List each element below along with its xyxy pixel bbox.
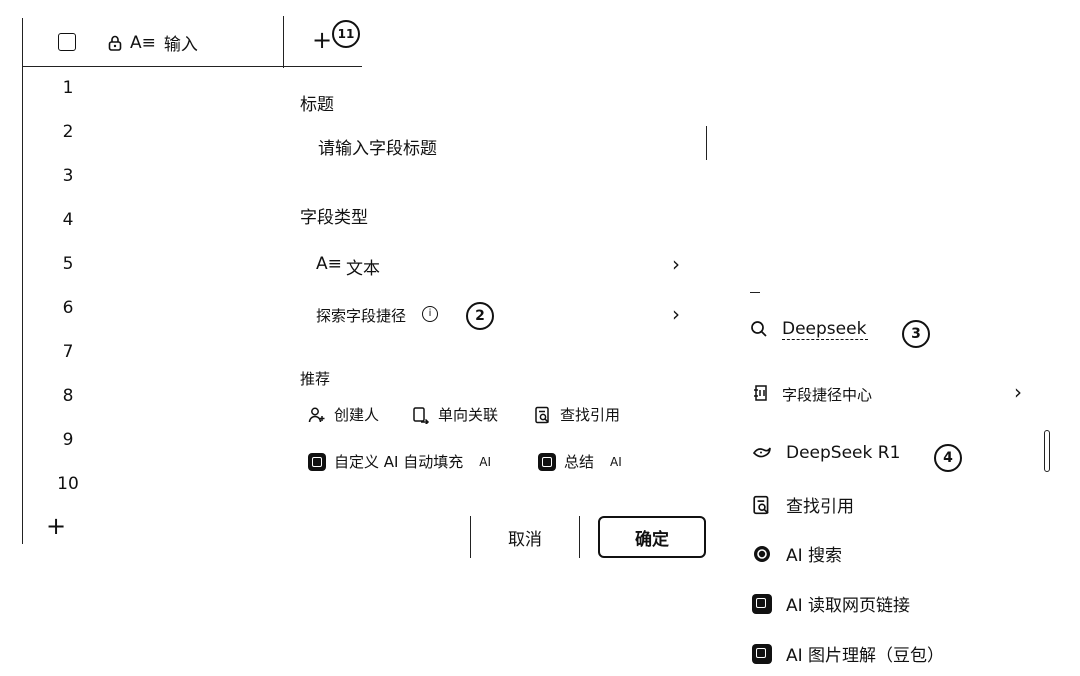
plus-icon: + [46,512,67,540]
chevron-right-icon: › [1014,380,1022,404]
link-record-icon [413,406,430,424]
explore-label: 探索字段捷径 [316,307,407,325]
annotation-marker-1: 11 [332,20,360,48]
column-header-input[interactable]: A≡ 输入 [108,30,198,55]
scrollbar[interactable] [1044,430,1050,472]
row-number: 10 [57,474,79,494]
result-label: AI 读取网页链接 [786,596,911,616]
deepseek-whale-icon [752,447,771,458]
title-label: 标题 [300,95,334,115]
image-understanding-icon [752,643,772,664]
confirm-button[interactable]: 确定 [598,516,706,558]
ai-search-icon [754,545,770,562]
search-query-text: Deepseek [782,319,869,340]
ai-badge: AI [610,454,622,469]
chevron-right-icon: › [672,252,680,276]
result-ai-search[interactable]: AI 搜索 [752,541,842,566]
select-all-checkbox[interactable] [58,33,76,51]
table-left-border [22,18,23,544]
recommend-label: 推荐 [300,370,331,388]
shortcut-center-label: 字段捷径中心 [782,386,873,404]
explore-shortcut-row[interactable]: 探索字段捷径 i › [300,294,700,334]
recommend-item-label: 单向关联 [438,406,499,424]
recommend-item-label: 查找引用 [560,406,621,424]
cancel-button[interactable]: 取消 [470,516,580,558]
lookup-icon [535,406,550,423]
result-deepseek-r1[interactable]: DeepSeek R1 [752,443,900,463]
result-label: AI 搜索 [786,546,843,566]
row-number: 4 [62,210,74,230]
annotation-marker-4: 4 [934,444,962,472]
ai-autofill-icon [308,452,326,471]
recommend-item-one-way-link[interactable]: 单向关联 [412,404,498,425]
summary-icon [538,452,556,471]
row-number: 7 [62,342,74,362]
result-label: 查找引用 [786,497,854,517]
recommend-item-lookup[interactable]: 查找引用 [534,404,620,425]
ai-item-label: 自定义 AI 自动填充 [334,453,464,471]
annotation-marker-3: 3 [902,320,930,348]
annotation-marker-2: 2 [466,302,494,330]
search-icon [751,321,767,337]
recommend-item-creator[interactable]: 创建人 [308,404,379,425]
row-number: 5 [62,254,74,274]
row-number: 9 [62,430,74,450]
result-label: AI 图片理解（豆包） [786,646,945,666]
person-add-icon [308,407,325,422]
lock-icon [108,35,122,51]
row-number: 2 [62,122,74,142]
result-label: DeepSeek R1 [786,443,901,463]
lookup-icon [753,495,769,514]
field-type-label: 字段类型 [300,208,368,228]
field-type-value: 文本 [346,259,380,279]
ai-item-custom-autofill[interactable]: 自定义 AI 自动填充 AI [308,451,491,472]
text-type-icon: A≡ [130,32,156,53]
plus-icon: + [312,26,333,54]
title-input-placeholder: 请输入字段标题 [318,139,437,159]
chevron-right-icon: › [672,302,680,326]
add-row-button[interactable]: + [46,514,66,538]
result-lookup[interactable]: 查找引用 [752,492,854,517]
ai-badge: AI [479,454,491,469]
shortcut-center-row[interactable]: 字段捷径中心 › [752,378,1032,408]
add-column-button[interactable]: + [312,28,332,52]
row-number: 6 [62,298,74,318]
shortcut-search-input[interactable]: Deepseek [748,316,1028,346]
column-header-label: 输入 [163,35,198,55]
panel-top-edge [750,292,760,293]
title-input[interactable]: 请输入字段标题 [300,124,708,164]
row-number: 8 [62,386,74,406]
text-type-icon: A≡ [316,254,342,274]
ai-item-label: 总结 [564,453,595,471]
ai-item-summary[interactable]: 总结 AI [538,451,622,472]
info-icon[interactable]: i [422,306,438,322]
web-link-icon [752,593,772,614]
shortcut-center-icon [754,385,767,401]
field-type-select[interactable]: A≡ 文本 › [300,244,700,284]
header-divider [283,16,284,68]
row-number: 1 [62,78,74,98]
input-border-right [706,126,707,160]
header-bottom-border [22,66,362,67]
row-number: 3 [62,166,74,186]
result-ai-image-understanding[interactable]: AI 图片理解（豆包） [752,641,944,666]
recommend-item-label: 创建人 [334,406,380,424]
result-ai-web-link[interactable]: AI 读取网页链接 [752,591,910,616]
